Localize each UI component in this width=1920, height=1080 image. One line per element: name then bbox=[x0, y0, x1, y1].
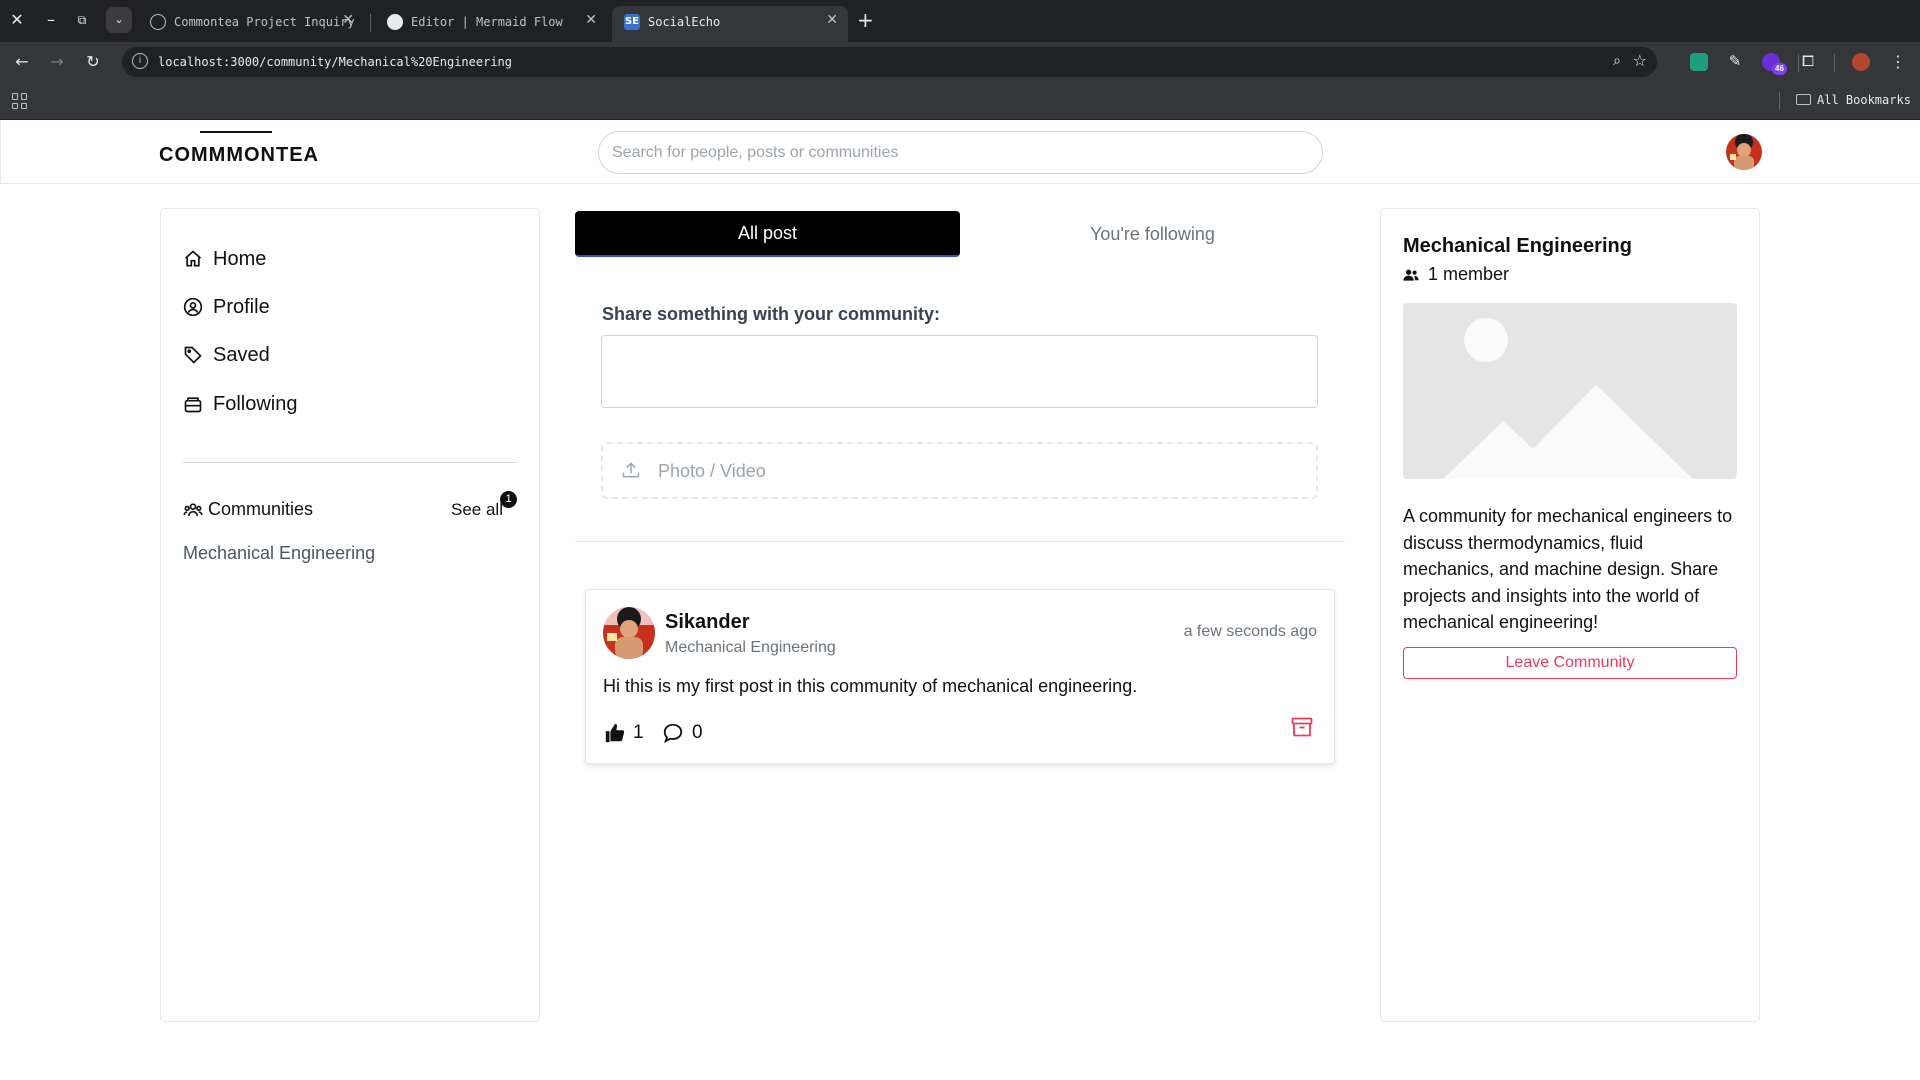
extension-icon[interactable] bbox=[1690, 53, 1708, 71]
comment-icon bbox=[663, 723, 683, 744]
profile-avatar-icon[interactable] bbox=[1852, 53, 1870, 71]
sidebar-item-home[interactable]: Home bbox=[183, 244, 266, 274]
sidebar-item-profile[interactable]: Profile bbox=[183, 292, 270, 322]
post-author-name[interactable]: Sikander bbox=[665, 611, 749, 634]
avatar-image bbox=[1726, 134, 1762, 170]
user-avatar[interactable] bbox=[1726, 134, 1762, 170]
app-header: COMMMONTEA bbox=[0, 120, 1920, 184]
bookmarks-bar: All Bookmarks bbox=[0, 82, 1920, 120]
pen-extension-icon[interactable]: ✎ bbox=[1726, 53, 1744, 71]
archive-icon[interactable] bbox=[1290, 715, 1314, 739]
community-info-panel: Mechanical Engineering 1 member A commun… bbox=[1380, 208, 1760, 1022]
reload-icon[interactable]: ↻ bbox=[81, 50, 105, 74]
post-community-name[interactable]: Mechanical Engineering bbox=[665, 639, 836, 657]
close-tab-icon[interactable]: ✕ bbox=[342, 12, 354, 28]
users-group-icon bbox=[183, 502, 203, 516]
comment-count: 0 bbox=[692, 722, 703, 743]
like-button[interactable]: 1 bbox=[603, 722, 644, 744]
feed-divider bbox=[575, 541, 1345, 542]
minimize-window-icon[interactable]: – bbox=[41, 8, 61, 32]
toolbar-separator bbox=[1834, 54, 1835, 72]
left-sidebar: Home Profile Saved Following Communities… bbox=[160, 208, 540, 1022]
tab-search-button[interactable]: ⌄ bbox=[106, 7, 132, 33]
like-count: 1 bbox=[633, 722, 644, 743]
thumbs-up-icon bbox=[605, 723, 625, 743]
puzzle-extensions-icon[interactable]: ⧠ bbox=[1799, 53, 1817, 71]
users-icon bbox=[1403, 269, 1419, 281]
communities-heading: Communities bbox=[183, 499, 313, 520]
close-tab-icon[interactable]: ✕ bbox=[585, 12, 597, 28]
upload-icon bbox=[622, 462, 640, 478]
see-all-link[interactable]: See all bbox=[451, 500, 503, 520]
app-page: COMMMONTEA Home Profile Saved bbox=[0, 120, 1920, 1080]
browser-tab-title: Commontea Project Inquiry bbox=[174, 15, 355, 29]
communities-label: Communities bbox=[208, 499, 314, 519]
leave-community-button[interactable]: Leave Community bbox=[1403, 647, 1737, 679]
apps-grid-icon[interactable] bbox=[12, 93, 28, 109]
zoom-icon[interactable]: ⌕ bbox=[1613, 52, 1621, 69]
community-description: A community for mechanical engineers to … bbox=[1403, 506, 1733, 632]
sidebar-item-saved[interactable]: Saved bbox=[183, 340, 270, 370]
browser-tab-title: SocialEcho bbox=[648, 15, 721, 29]
member-count: 1 member bbox=[1403, 264, 1509, 285]
close-tab-icon[interactable]: ✕ bbox=[826, 12, 838, 28]
share-label: Share something with your community: bbox=[602, 304, 941, 324]
app-logo[interactable]: COMMMONTEA bbox=[159, 144, 319, 167]
browser-tab[interactable]: Editor | Mermaid Flow ✕ bbox=[375, 6, 607, 42]
mermaid-icon bbox=[387, 14, 403, 30]
sidebar-item-label: Saved bbox=[213, 343, 270, 366]
globe-icon bbox=[150, 14, 166, 30]
back-icon[interactable]: ← bbox=[10, 50, 34, 74]
user-circle-icon bbox=[183, 297, 203, 317]
site-info-icon[interactable]: i bbox=[132, 53, 148, 69]
menu-kebab-icon[interactable]: ⋮ bbox=[1886, 50, 1910, 74]
bookmark-star-icon[interactable]: ☆ bbox=[1633, 51, 1647, 71]
sidebar-item-label: Following bbox=[213, 392, 298, 415]
tab-separator bbox=[370, 14, 371, 32]
community-title: Mechanical Engineering bbox=[1403, 235, 1632, 257]
bookmarks-separator bbox=[1779, 92, 1780, 110]
share-post-textarea[interactable] bbox=[601, 335, 1318, 408]
sidebar-item-following[interactable]: Following bbox=[183, 389, 297, 419]
url-text[interactable]: localhost:3000/community/Mechanical%20En… bbox=[158, 55, 512, 69]
community-link[interactable]: Mechanical Engineering bbox=[183, 543, 375, 564]
home-icon bbox=[184, 250, 202, 267]
post-author-avatar[interactable] bbox=[603, 607, 655, 659]
close-window-icon[interactable]: ✕ bbox=[7, 8, 27, 32]
avatar-image bbox=[603, 607, 655, 659]
all-bookmarks-button[interactable]: All Bookmarks bbox=[1796, 93, 1911, 107]
restore-window-icon[interactable]: ⧉ bbox=[72, 8, 92, 32]
search-input[interactable] bbox=[598, 131, 1323, 174]
forward-icon[interactable]: → bbox=[45, 50, 69, 74]
comment-button[interactable]: 0 bbox=[661, 722, 703, 744]
browser-tab[interactable]: Commontea Project Inquiry ✕ bbox=[138, 6, 364, 42]
browser-tab-title: Editor | Mermaid Flow bbox=[411, 15, 563, 29]
post-card: Sikander Mechanical Engineering a few se… bbox=[585, 589, 1335, 764]
tag-icon bbox=[184, 346, 202, 364]
address-bar[interactable]: i localhost:3000/community/Mechanical%20… bbox=[122, 47, 1657, 77]
inbox-icon bbox=[184, 397, 202, 413]
all-bookmarks-label: All Bookmarks bbox=[1817, 93, 1911, 107]
upload-label: Photo / Video bbox=[658, 461, 766, 481]
community-banner-image bbox=[1403, 303, 1737, 479]
post-body: Hi this is my first post in this communi… bbox=[603, 676, 1138, 696]
tab-all-post[interactable]: All post bbox=[575, 211, 960, 257]
socialecho-icon: SE bbox=[624, 14, 640, 30]
tab-youre-following[interactable]: You're following bbox=[960, 211, 1345, 257]
folder-icon bbox=[1796, 94, 1811, 105]
sidebar-item-label: Home bbox=[213, 247, 267, 270]
photo-video-upload[interactable]: Photo / Video bbox=[601, 442, 1318, 499]
image-placeholder-icon bbox=[1403, 303, 1737, 479]
browser-tab-bar: ✕ – ⧉ ⌄ Commontea Project Inquiry ✕ Edit… bbox=[0, 0, 1920, 42]
sidebar-divider bbox=[183, 462, 517, 463]
post-timestamp: a few seconds ago bbox=[1183, 623, 1317, 640]
see-all-badge: 1 bbox=[500, 491, 517, 508]
extension-badge: 46 bbox=[1772, 63, 1787, 75]
member-count-label: 1 member bbox=[1428, 264, 1510, 284]
browser-toolbar: ← → ↻ i localhost:3000/community/Mechani… bbox=[0, 42, 1920, 82]
new-tab-icon[interactable]: + bbox=[857, 8, 874, 32]
sidebar-item-label: Profile bbox=[213, 295, 270, 318]
logo-line bbox=[200, 131, 272, 133]
browser-tab-active[interactable]: SE SocialEcho ✕ bbox=[612, 6, 848, 42]
